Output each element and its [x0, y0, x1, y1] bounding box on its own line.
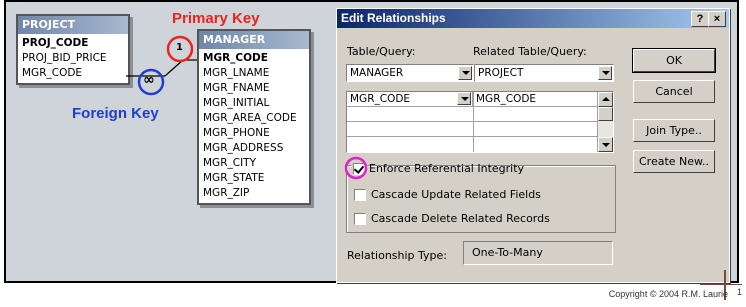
footer-accent-line [700, 284, 742, 285]
edit-relationships-dialog: Edit Relationships ? × Table/Query: Rela… [336, 8, 730, 283]
dialog-title: Edit Relationships [341, 11, 446, 25]
relationship-type-value: One-To-Many [463, 241, 613, 265]
join-type-button[interactable]: Join Type.. [633, 119, 715, 142]
table-query-select[interactable]: MANAGER [346, 64, 474, 82]
join-right-field-value: MGR_CODE [476, 93, 537, 105]
chevron-down-icon[interactable] [458, 66, 472, 80]
vertical-scrollbar[interactable] [597, 92, 613, 152]
scroll-up-icon[interactable] [598, 92, 613, 107]
page-number: 1 [736, 287, 742, 297]
relationship-line[interactable] [164, 59, 184, 77]
scroll-thumb[interactable] [598, 107, 613, 121]
scroll-down-icon[interactable] [598, 137, 613, 152]
cascade-delete-label[interactable]: Cascade Delete Related Records [371, 212, 550, 225]
manager-field-mgr-zip[interactable]: MGR_ZIP [203, 186, 307, 201]
foreign-key-annotation: Foreign Key [72, 105, 159, 122]
related-table-query-value: PROJECT [478, 67, 524, 79]
dialog-titlebar[interactable]: Edit Relationships ? × [337, 9, 729, 28]
enforce-highlight-circle [344, 156, 368, 180]
help-button[interactable]: ? [691, 11, 709, 27]
ok-button[interactable]: OK [632, 48, 716, 73]
manager-field-mgr-city[interactable]: MGR_CITY [203, 156, 307, 171]
table-query-value: MANAGER [350, 67, 404, 79]
cancel-button[interactable]: Cancel [633, 80, 715, 103]
manager-field-mgr-state[interactable]: MGR_STATE [203, 171, 307, 186]
cascade-update-checkbox[interactable] [354, 189, 366, 201]
grid-divider [473, 92, 474, 152]
join-left-field[interactable]: MGR_CODE [347, 92, 473, 107]
create-new-button[interactable]: Create New.. [633, 150, 715, 173]
relationship-type-label: Relationship Type: [347, 249, 447, 262]
relationship-annotations [126, 35, 197, 96]
copyright-text: Copyright © 2004 R.M. Laurie [608, 289, 728, 299]
cascade-update-label[interactable]: Cascade Update Related Fields [371, 188, 541, 201]
cascade-delete-checkbox[interactable] [354, 213, 366, 225]
join-right-field[interactable]: MGR_CODE [473, 92, 599, 107]
primary-key-annotation: Primary Key [172, 10, 260, 27]
join-left-field-value: MGR_CODE [350, 93, 411, 105]
groupbox-gap [520, 161, 610, 165]
chevron-down-icon[interactable] [598, 66, 612, 80]
slide-frame: PROJECT PROJ_CODE PROJ_BID_PRICE MGR_COD… [4, 0, 739, 283]
join-fields-grid[interactable]: MGR_CODE MGR_CODE [346, 91, 614, 153]
related-table-query-select[interactable]: PROJECT [474, 64, 614, 82]
chevron-down-icon[interactable] [457, 92, 471, 105]
many-symbol: ∞ [143, 72, 155, 88]
manager-field-mgr-address[interactable]: MGR_ADDRESS [203, 141, 307, 156]
table-query-label: Table/Query: [347, 45, 416, 58]
enforce-label[interactable]: Enforce Referential Integrity [369, 162, 524, 175]
one-symbol: 1 [176, 42, 183, 53]
close-button[interactable]: × [708, 11, 726, 27]
related-table-query-label: Related Table/Query: [473, 45, 587, 58]
